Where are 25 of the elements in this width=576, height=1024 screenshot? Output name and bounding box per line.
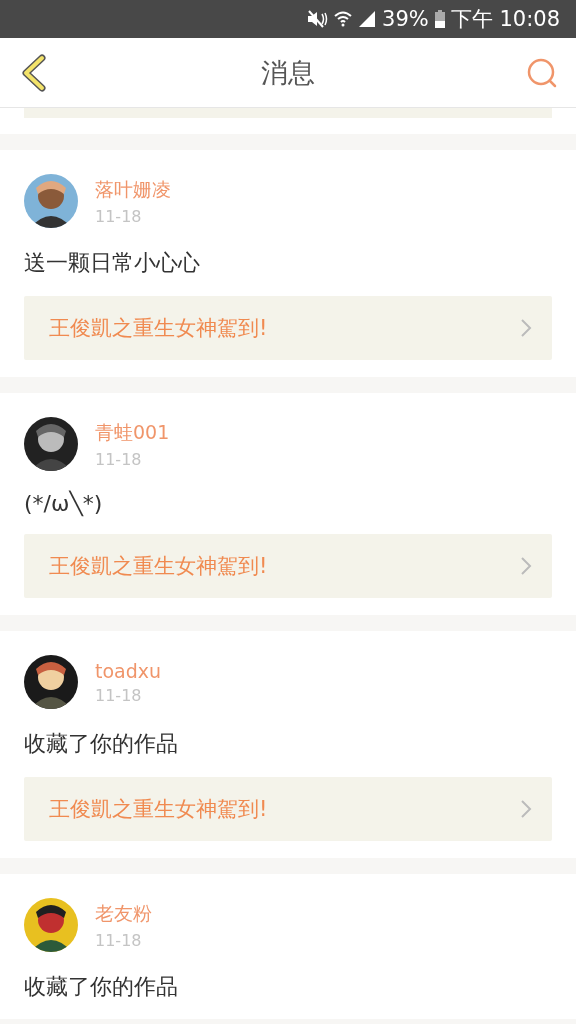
clock: 下午 10:08 [450, 6, 560, 33]
work-link[interactable]: 王俊凱之重生女神駕到! [24, 777, 552, 841]
user-name[interactable]: 青蛙001 [95, 419, 170, 446]
message-date: 11-18 [95, 206, 143, 226]
user-name[interactable]: 老友粉 [95, 900, 152, 927]
chevron-icon [520, 556, 532, 576]
signal-icon [358, 10, 377, 28]
battery-icon [434, 10, 445, 28]
page-title: 消息 [261, 55, 315, 90]
message-date: 11-18 [95, 685, 143, 705]
battery-percent: 39% [382, 7, 429, 31]
message-text: 收藏了你的作品 [23, 973, 179, 1001]
chevron-icon [520, 318, 532, 338]
message-date: 11-18 [95, 930, 143, 950]
message-date: 11-18 [95, 449, 143, 469]
message-text: 送一颗日常小心心 [23, 249, 201, 277]
user-name[interactable]: toadxu [95, 659, 162, 682]
wifi-icon [334, 10, 353, 28]
chevron-icon [520, 799, 532, 819]
work-link[interactable]: 王俊凱之重生女神駕到! [24, 296, 552, 360]
work-link[interactable]: 王俊凱之重生女神駕到! [24, 534, 552, 598]
user-name[interactable]: 落叶姗凌 [95, 176, 171, 203]
message-text: (*/ω╲*) [23, 491, 104, 516]
mute-icon [306, 10, 329, 28]
message-text: 收藏了你的作品 [23, 730, 179, 758]
